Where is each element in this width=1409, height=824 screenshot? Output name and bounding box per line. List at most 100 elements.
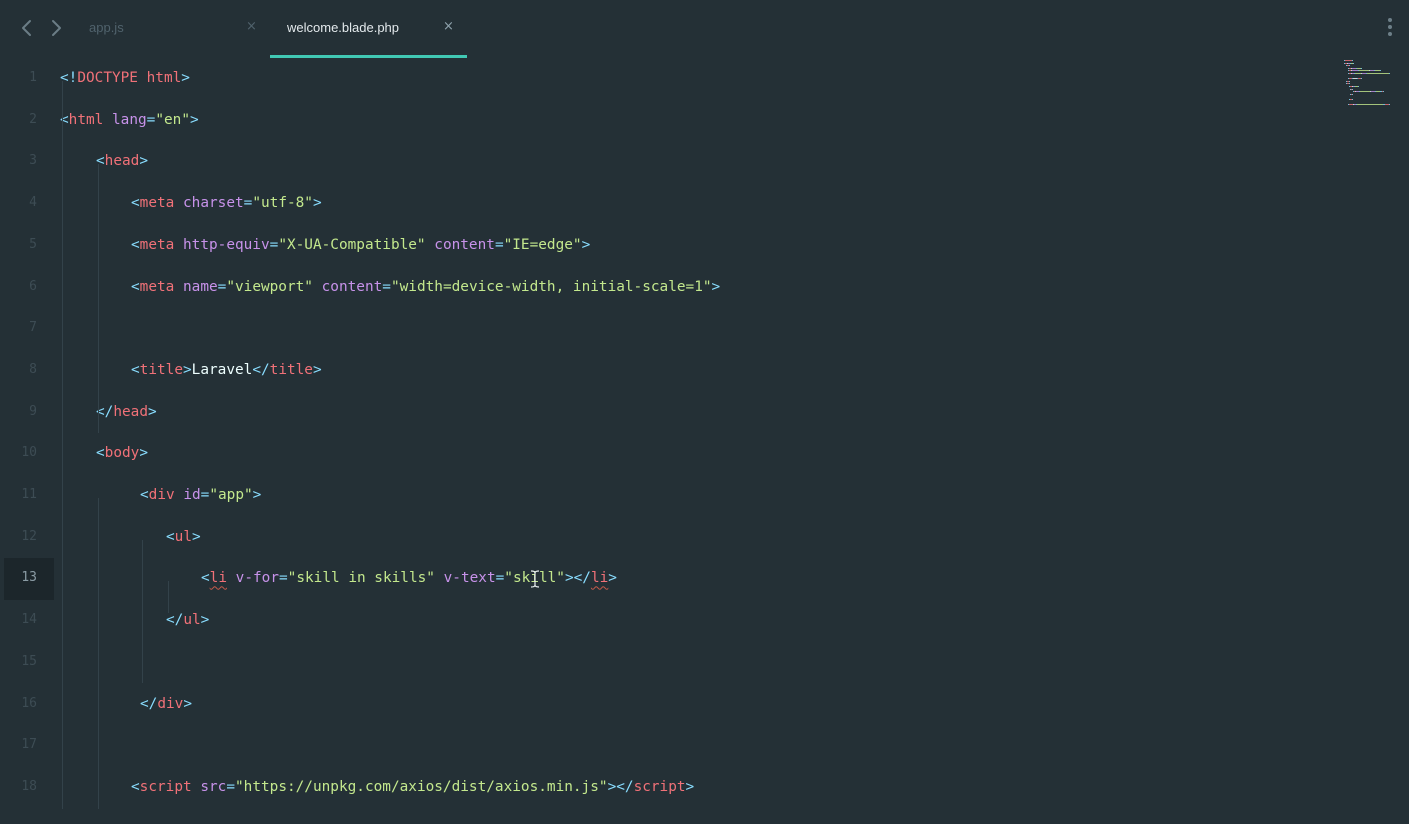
code-editor[interactable]: 1 <!DOCTYPE html> 2 <html lang="en"> 3 <head>… — [0, 58, 1409, 824]
code-token: html — [68, 111, 104, 128]
line-number: 13 — [21, 570, 37, 586]
code-token: < — [131, 236, 140, 253]
code-token: > — [685, 778, 695, 795]
minimap-stroke — [1380, 70, 1381, 72]
code-token: < — [131, 195, 140, 212]
code-line[interactable]: 17 — [0, 725, 1409, 767]
line-gutter[interactable]: 7 — [4, 308, 54, 350]
line-number: 6 — [29, 278, 37, 294]
line-gutter[interactable]: 16 — [4, 684, 54, 726]
code-token: "https://unpkg.com/axios/dist/axios.min.… — [235, 778, 608, 795]
code-line[interactable]: 7 — [0, 308, 1409, 350]
tab-app-js[interactable]: app.js × — [78, 0, 268, 58]
minimap-stroke — [1352, 88, 1353, 90]
code-token: ></ — [607, 778, 634, 795]
code-token: "app" — [209, 487, 253, 503]
code-token: > — [192, 528, 201, 545]
tab-welcome-blade-php[interactable]: welcome.blade.php × — [270, 0, 467, 58]
code-token: head — [104, 153, 140, 170]
code-line[interactable]: 16 </div> — [0, 684, 1409, 726]
minimap-stroke — [1361, 67, 1362, 69]
line-gutter[interactable]: 15 — [4, 642, 54, 684]
code-token: id — [183, 487, 201, 503]
line-gutter[interactable]: 14 — [4, 600, 54, 642]
code-line[interactable]: 9 </head> — [0, 392, 1409, 434]
code-line[interactable]: 12 <ul> — [0, 517, 1409, 559]
code-token: = — [226, 778, 235, 795]
chevron-left-icon[interactable] — [16, 17, 38, 39]
code-token: charset — [183, 195, 244, 212]
line-number: 1 — [29, 70, 37, 85]
code-line[interactable]: 1 <!DOCTYPE html> — [0, 58, 1409, 100]
line-number: 5 — [29, 236, 37, 252]
line-gutter[interactable]: 18 — [4, 767, 54, 809]
code-token: < — [201, 570, 210, 587]
minimap[interactable] — [1340, 58, 1390, 108]
line-gutter[interactable]: 9 — [4, 392, 54, 434]
code-line[interactable]: 11 <div id="app"> — [0, 475, 1409, 517]
code-token: </ — [166, 612, 184, 629]
minimap-stroke — [1352, 93, 1353, 95]
text-cursor-icon — [530, 570, 540, 588]
line-gutter[interactable]: 13 — [4, 558, 54, 601]
minimap-stroke — [1358, 86, 1359, 87]
line-gutter[interactable]: 11 — [4, 475, 54, 517]
minimap-stroke — [1389, 73, 1390, 74]
code-line[interactable]: 13 <li v-for="skill in skills" v-text="sk… — [0, 558, 1409, 601]
line-number: 18 — [21, 778, 37, 794]
code-text: <meta charset="utf-8"> — [131, 195, 322, 211]
line-number: 8 — [29, 361, 37, 377]
code-token: "en" — [155, 111, 190, 128]
code-line[interactable]: 2 <html lang="en"> — [0, 100, 1409, 142]
code-line[interactable]: 14 </ul> — [0, 600, 1409, 642]
code-line[interactable]: 8 <title>Laravel</title> — [0, 350, 1409, 392]
line-gutter[interactable]: 10 — [4, 433, 54, 475]
line-number: 11 — [21, 487, 37, 502]
code-line[interactable]: 15 — [0, 642, 1409, 684]
line-gutter[interactable]: 2 — [4, 100, 54, 142]
code-token: > — [200, 612, 210, 629]
code-token: = — [269, 236, 279, 253]
line-gutter[interactable]: 8 — [4, 350, 54, 392]
line-gutter[interactable]: 3 — [4, 141, 54, 183]
code-line[interactable]: 10 <body> — [0, 433, 1409, 475]
code-token: script — [633, 778, 686, 795]
kebab-menu-icon[interactable] — [1386, 18, 1394, 38]
line-gutter[interactable]: 4 — [4, 183, 54, 225]
code-token: > — [581, 236, 591, 253]
line-number: 16 — [21, 695, 37, 711]
code-token: < — [166, 528, 175, 545]
code-token: < — [131, 361, 140, 378]
line-gutter[interactable]: 12 — [4, 517, 54, 559]
code-line[interactable]: 5 <meta http-equiv="X-UA-Compatible" cont… — [0, 225, 1409, 267]
code-token: title — [139, 361, 183, 378]
line-gutter[interactable]: 6 — [4, 267, 54, 309]
code-line[interactable]: 6 <meta name="viewport" content="width=de… — [0, 267, 1409, 309]
code-line[interactable]: 18 <script src="https://unpkg.com/axios/d… — [0, 767, 1409, 809]
close-icon[interactable]: × — [246, 19, 257, 34]
code-token: > — [608, 570, 617, 587]
code-line[interactable]: 4 <meta charset="utf-8"> — [0, 183, 1409, 225]
code-token: div — [157, 695, 184, 712]
code-line[interactable]: 3 <head> — [0, 141, 1409, 183]
minimap-stroke — [1357, 104, 1383, 106]
line-gutter[interactable]: 5 — [4, 225, 54, 267]
code-token: = — [279, 570, 288, 587]
code-token: ></ — [564, 570, 591, 587]
minimap-stroke — [1359, 70, 1369, 72]
code-token: = — [494, 236, 504, 253]
minimap-stroke — [1361, 78, 1362, 80]
line-number: 17 — [21, 737, 37, 753]
line-number: 14 — [21, 612, 37, 628]
close-icon[interactable]: × — [443, 19, 454, 34]
chevron-right-icon[interactable] — [45, 17, 67, 39]
code-token: li — [209, 570, 227, 587]
code-token: li — [590, 570, 609, 587]
line-gutter[interactable]: 17 — [4, 725, 54, 767]
line-gutter[interactable]: 1 — [4, 58, 54, 100]
code-token: DOCTYPE html — [77, 70, 182, 86]
code-text: </div> — [140, 696, 192, 712]
code-text: <div id="app"> — [140, 487, 261, 503]
